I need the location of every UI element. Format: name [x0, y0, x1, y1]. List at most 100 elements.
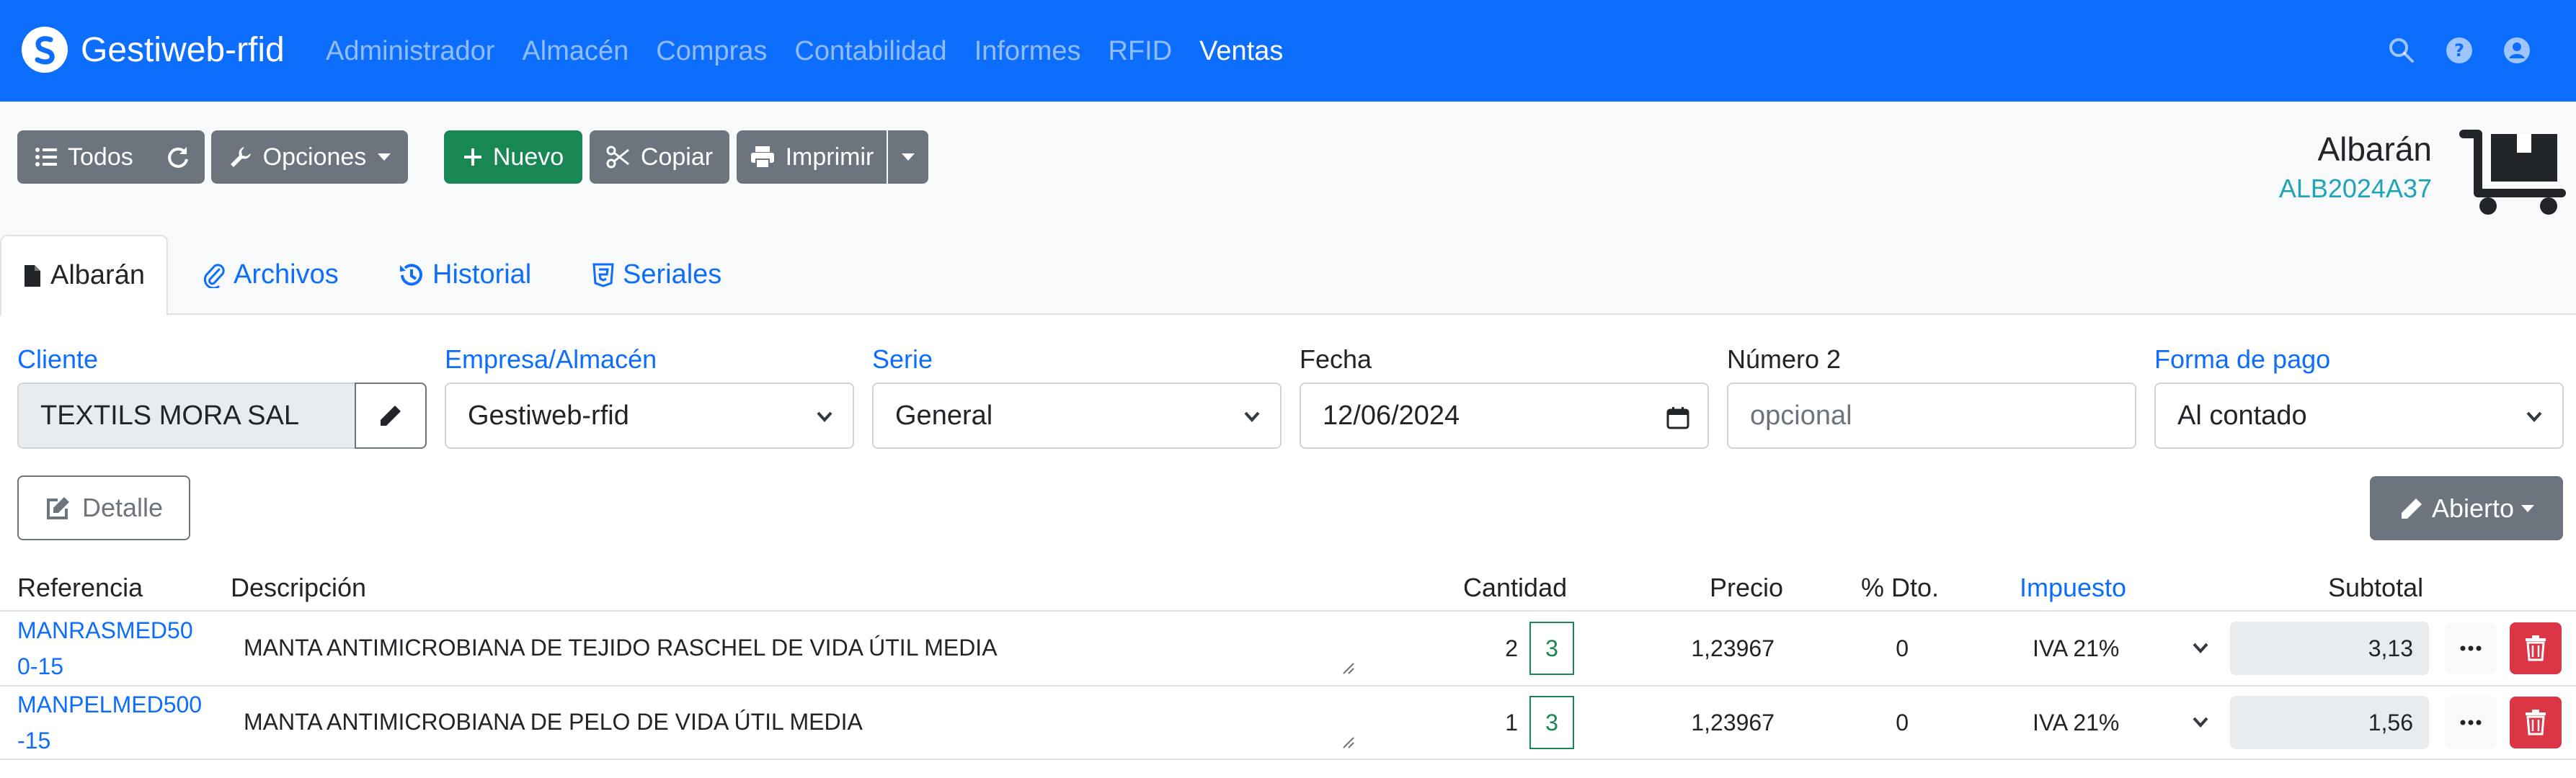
th-precio: Precio: [1710, 573, 1784, 602]
row-reference-link[interactable]: MANPELMED500 -15: [17, 687, 212, 759]
empresa-value: Gestiweb-rfid: [468, 400, 629, 431]
brand-logo-icon[interactable]: [22, 27, 68, 73]
opciones-button[interactable]: Opciones: [211, 130, 408, 184]
tab-label: Historial: [432, 259, 532, 290]
edit-cliente-button[interactable]: [355, 383, 427, 449]
abierto-label: Abierto: [2431, 493, 2515, 523]
ref-line: 0-15: [17, 653, 64, 679]
calendar-icon[interactable]: [1666, 406, 1690, 430]
nav-link-rfid[interactable]: RFID: [1109, 32, 1173, 71]
th-subtotal: Subtotal: [2328, 573, 2424, 602]
imprimir-button[interactable]: Imprimir: [737, 130, 887, 184]
chevron-down-icon[interactable]: [2190, 711, 2211, 733]
tab-archivos[interactable]: Archivos: [203, 235, 339, 315]
delete-row-button[interactable]: [2510, 622, 2562, 674]
copiar-button[interactable]: Copiar: [590, 130, 729, 184]
plus-icon: [463, 148, 481, 166]
forma-pago-select[interactable]: Al contado: [2154, 383, 2564, 449]
row-quantity[interactable]: 2: [1485, 634, 1518, 663]
row-price[interactable]: 1,23967: [1636, 708, 1775, 737]
row-subtotal: 3,13: [2230, 622, 2429, 675]
tab-label: Seriales: [623, 259, 722, 290]
todos-button[interactable]: Todos: [17, 130, 151, 184]
empresa-select[interactable]: Gestiweb-rfid: [445, 383, 854, 449]
help-icon[interactable]: ?: [2443, 35, 2475, 66]
chevron-down-icon: [2521, 504, 2535, 512]
row-description-textarea[interactable]: MANTA ANTIMICROBIANA DE TEJIDO RASCHEL D…: [231, 614, 1362, 682]
cliente-value: TEXTILS MORA SAL: [40, 400, 299, 431]
imprimir-dropdown-toggle[interactable]: [888, 130, 928, 184]
resize-handle-icon[interactable]: [1341, 661, 1355, 675]
fecha-label: Fecha: [1300, 344, 1372, 374]
list-icon: [35, 148, 57, 166]
trash-icon: [2526, 710, 2546, 735]
more-options-button[interactable]: [2445, 697, 2497, 748]
th-descripcion: Descripción: [231, 573, 367, 602]
resize-handle-icon[interactable]: [1341, 735, 1355, 749]
serie-select[interactable]: General: [872, 383, 1282, 449]
nuevo-button[interactable]: Nuevo: [444, 130, 582, 184]
chevron-down-icon[interactable]: [2190, 637, 2211, 658]
empresa-label[interactable]: Empresa/Almacén: [445, 343, 657, 376]
nav-link-compras[interactable]: Compras: [656, 32, 767, 71]
html5-icon: [592, 263, 614, 287]
nav-link-informes[interactable]: Informes: [974, 32, 1081, 71]
table-header-divider: [0, 610, 2576, 612]
tab-historial[interactable]: Historial: [398, 235, 531, 315]
cliente-label[interactable]: Cliente: [17, 343, 98, 376]
refresh-icon: [168, 147, 188, 168]
ellipsis-icon: [2460, 645, 2482, 651]
imprimir-label: Imprimir: [785, 143, 874, 171]
serie-label[interactable]: Serie: [872, 343, 933, 376]
row-discount[interactable]: 0: [1874, 708, 1909, 737]
th-impuesto[interactable]: Impuesto: [2020, 571, 2126, 604]
row-discount[interactable]: 0: [1874, 634, 1909, 663]
trash-icon: [2526, 635, 2546, 661]
document-code[interactable]: ALB2024A37: [2279, 173, 2432, 205]
th-dto: % Dto.: [1861, 573, 1940, 602]
row-tax[interactable]: IVA 21%: [2033, 634, 2119, 663]
row-quantity-box[interactable]: 3: [1529, 696, 1574, 749]
row-tax[interactable]: IVA 21%: [2033, 708, 2119, 737]
user-icon[interactable]: [2501, 35, 2533, 66]
brand-name[interactable]: Gestiweb-rfid: [81, 27, 285, 73]
delete-row-button[interactable]: [2510, 697, 2562, 748]
nav-link-contabilidad[interactable]: Contabilidad: [794, 32, 946, 71]
forma-pago-label[interactable]: Forma de pago: [2154, 343, 2330, 376]
search-icon[interactable]: [2386, 35, 2417, 66]
ellipsis-icon: [2460, 720, 2482, 725]
tab-albaran[interactable]: Albarán: [0, 235, 168, 316]
fecha-value: 12/06/2024: [1323, 400, 1460, 431]
row-quantity[interactable]: 1: [1485, 708, 1518, 737]
detalle-button[interactable]: Detalle: [17, 475, 190, 540]
top-navbar: Gestiweb-rfid Administrador Almacén Comp…: [0, 0, 2576, 102]
paperclip-icon: [203, 263, 225, 288]
wrench-icon: [230, 147, 251, 167]
scissors-icon: [606, 146, 629, 169]
document-tabs: Albarán Archivos Historial Seriales: [0, 235, 2576, 316]
row-price[interactable]: 1,23967: [1636, 634, 1775, 663]
nav-link-ventas[interactable]: Ventas: [1199, 32, 1283, 71]
fecha-input[interactable]: 12/06/2024: [1300, 383, 1709, 449]
nav-link-administrador[interactable]: Administrador: [326, 32, 494, 71]
tab-label: Archivos: [234, 259, 339, 290]
edit-icon: [46, 497, 69, 519]
tab-seriales[interactable]: Seriales: [592, 235, 721, 315]
nav-icons: ?: [2386, 35, 2533, 66]
nav-link-almacen[interactable]: Almacén: [522, 32, 629, 71]
detalle-label: Detalle: [81, 493, 164, 522]
numero2-input[interactable]: opcional: [1727, 383, 2136, 449]
tab-label: Albarán: [50, 260, 145, 290]
row-quantity-box[interactable]: 3: [1529, 622, 1574, 675]
chevron-down-icon: [2526, 411, 2542, 422]
row-description-textarea[interactable]: MANTA ANTIMICROBIANA DE PELO DE VIDA ÚTI…: [231, 689, 1362, 756]
row-description: MANTA ANTIMICROBIANA DE PELO DE VIDA ÚTI…: [244, 709, 863, 735]
cliente-field[interactable]: TEXTILS MORA SAL: [17, 383, 356, 449]
nuevo-label: Nuevo: [492, 143, 564, 171]
refresh-button[interactable]: [151, 130, 205, 184]
more-options-button[interactable]: [2445, 622, 2497, 674]
abierto-button[interactable]: Abierto: [2370, 476, 2563, 540]
pencil-icon: [381, 406, 401, 426]
row-reference-link[interactable]: MANRASMED50 0-15: [17, 612, 212, 684]
chevron-down-icon: [902, 153, 915, 161]
